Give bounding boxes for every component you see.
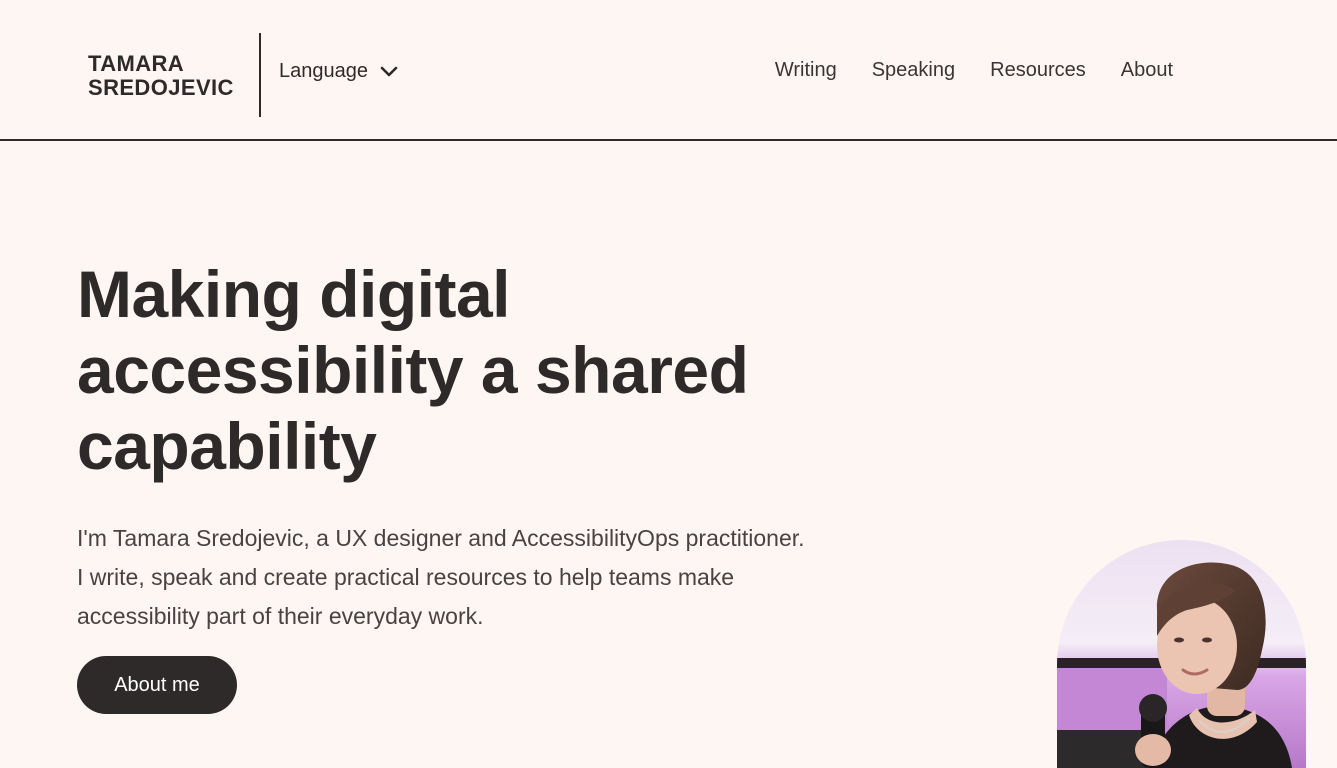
hero-title: Making digital accessibility a shared ca… — [77, 257, 749, 483]
nav-about[interactable]: About — [1121, 59, 1173, 82]
site-logo[interactable]: TAMARA SREDOJEVIC — [88, 52, 234, 100]
language-selector[interactable]: Language — [279, 60, 398, 83]
nav-writing[interactable]: Writing — [775, 59, 837, 82]
nav-resources[interactable]: Resources — [990, 59, 1086, 82]
logo-line-last: SREDOJEVIC — [88, 75, 234, 100]
hero-intro: I'm Tamara Sredojevic, a UX designer and… — [77, 525, 805, 629]
language-label: Language — [279, 60, 368, 82]
about-me-button[interactable]: About me — [77, 656, 237, 714]
header-divider — [259, 33, 261, 117]
nav-speaking[interactable]: Speaking — [872, 59, 955, 82]
logo-line-first: TAMARA — [88, 51, 185, 76]
chevron-down-icon — [380, 66, 398, 78]
page: TAMARA SREDOJEVIC Language Writing Speak… — [0, 0, 1337, 768]
main-nav: Writing Speaking Resources About — [775, 59, 1173, 82]
portrait-photo — [1057, 540, 1306, 768]
site-header: TAMARA SREDOJEVIC Language Writing Speak… — [0, 0, 1337, 141]
